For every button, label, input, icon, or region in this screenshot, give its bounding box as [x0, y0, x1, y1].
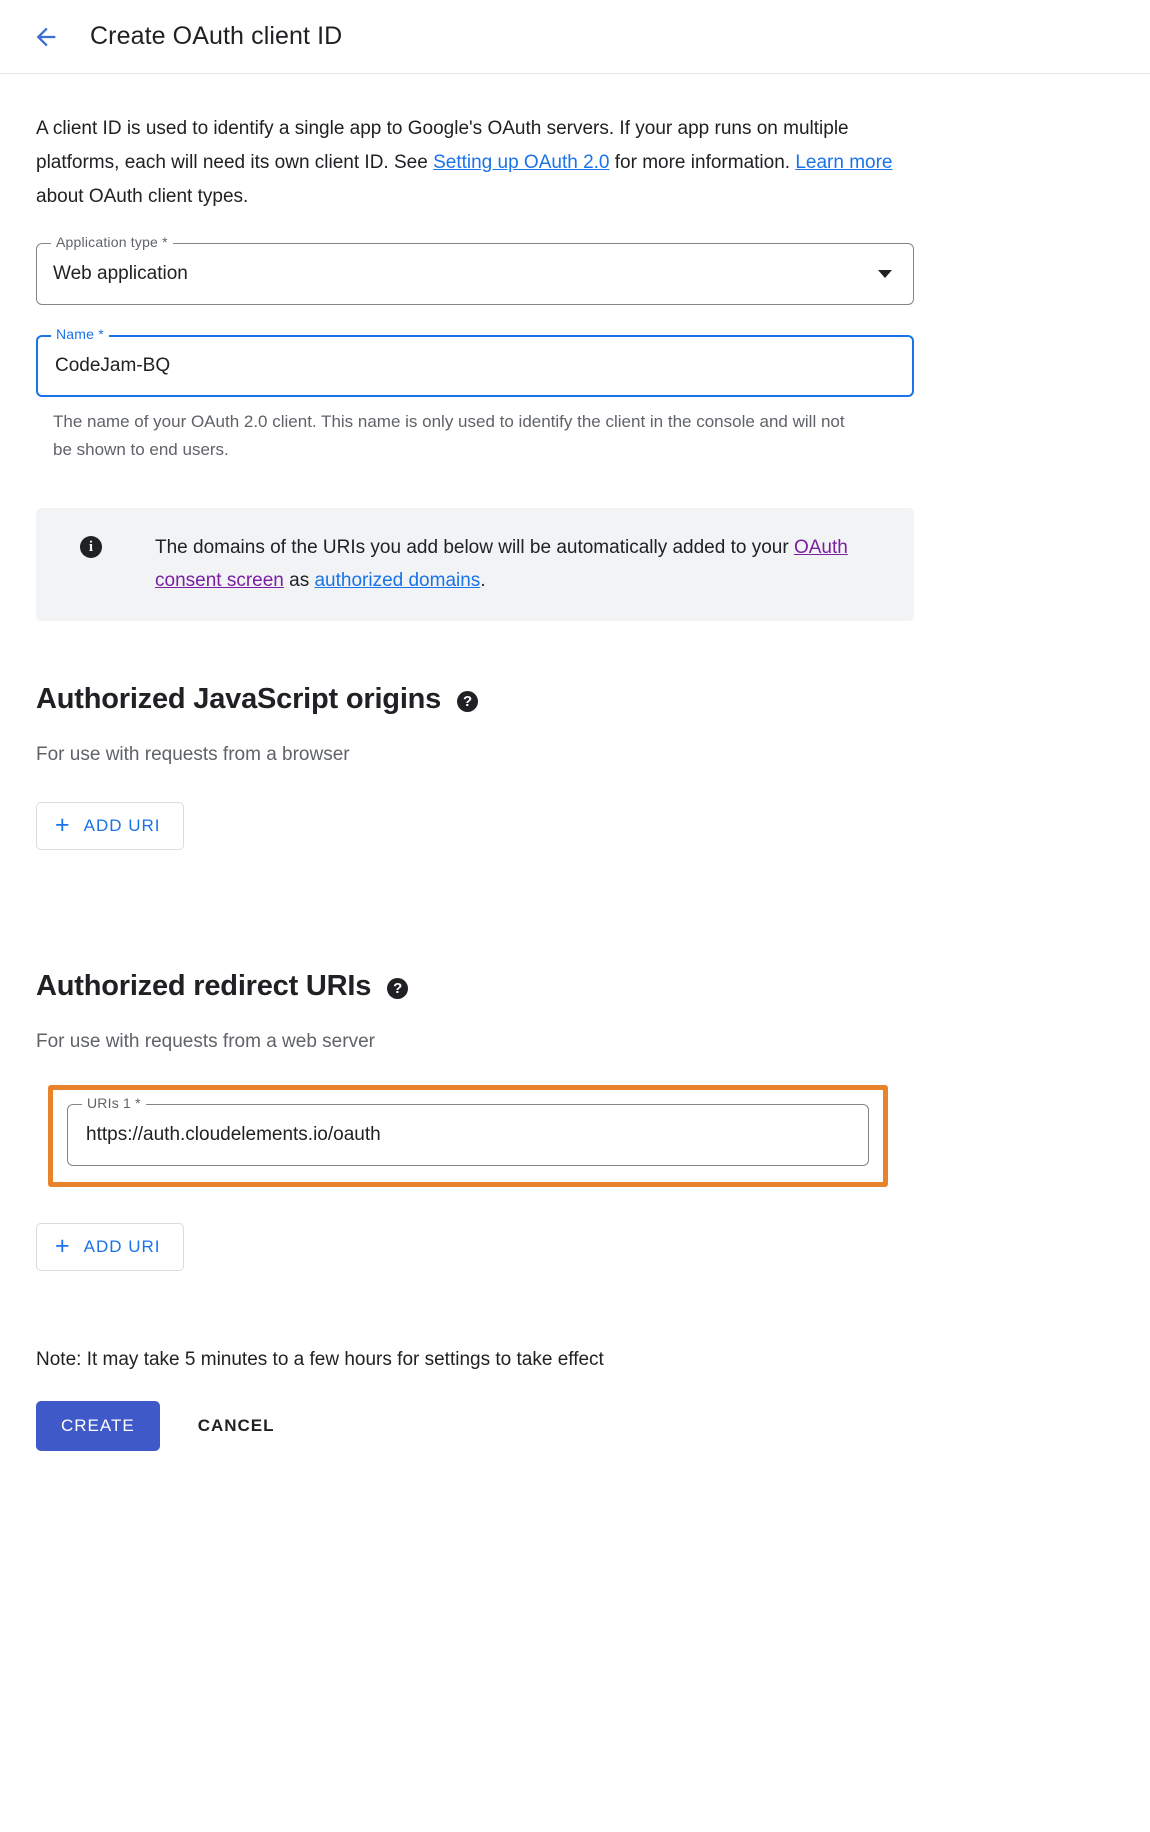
add-uri-label: ADD URI: [83, 816, 161, 836]
authorized-javascript-origins-section: Authorized JavaScript origins ? For use …: [36, 683, 1114, 851]
settings-note: Note: It may take 5 minutes to a few hou…: [36, 1349, 604, 1371]
page-title: Create OAuth client ID: [90, 22, 343, 50]
js-origins-heading-row: Authorized JavaScript origins ?: [36, 683, 1114, 716]
authorized-redirect-uris-section: Authorized redirect URIs ? For use with …: [36, 970, 1114, 1272]
uri-1-field[interactable]: URIs 1 *: [67, 1095, 869, 1167]
redirect-uris-subtitle: For use with requests from a web server: [36, 1031, 375, 1053]
info-icon: i: [80, 535, 102, 558]
arrow-left-icon: [32, 23, 60, 51]
info-banner-text: The domains of the URIs you add below wi…: [155, 531, 890, 599]
help-icon[interactable]: ?: [457, 691, 479, 713]
add-uri-button-redirect-uris[interactable]: + ADD URI: [36, 1223, 184, 1272]
name-input[interactable]: [53, 335, 871, 398]
js-origins-title: Authorized JavaScript origins: [36, 683, 442, 716]
info-text-part1: The domains of the URIs you add below wi…: [155, 536, 794, 558]
uri-highlight-annotation: URIs 1 *: [48, 1085, 888, 1188]
chevron-down-icon[interactable]: [878, 270, 892, 279]
intro-paragraph: A client ID is used to identify a single…: [36, 74, 916, 213]
plus-icon: +: [55, 1231, 71, 1260]
create-button[interactable]: CREATE: [36, 1401, 160, 1452]
add-uri-button-js-origins[interactable]: + ADD URI: [36, 802, 184, 851]
plus-icon: +: [55, 810, 71, 839]
redirect-uris-title: Authorized redirect URIs: [36, 970, 372, 1003]
application-type-select[interactable]: Application type * Web application: [36, 234, 914, 306]
authorized-domains-link[interactable]: authorized domains: [314, 570, 480, 591]
uri-1-input[interactable]: [84, 1104, 826, 1167]
application-type-value: Web application: [53, 263, 188, 285]
name-field-helper-text: The name of your OAuth 2.0 client. This …: [53, 412, 845, 459]
info-text-part3: .: [480, 570, 486, 592]
redirect-uris-heading-row: Authorized redirect URIs ?: [36, 970, 1114, 1003]
form-actions: CREATE CANCEL: [36, 1401, 1114, 1511]
page-header: Create OAuth client ID: [0, 0, 1150, 74]
back-button[interactable]: [24, 15, 68, 59]
intro-text-part2: for more information.: [609, 151, 796, 173]
intro-text-part3: about OAuth client types.: [36, 185, 249, 207]
setting-up-oauth-link[interactable]: Setting up OAuth 2.0: [433, 152, 609, 173]
learn-more-link[interactable]: Learn more: [795, 152, 892, 173]
js-origins-subtitle: For use with requests from a browser: [36, 744, 350, 766]
help-icon[interactable]: ?: [387, 978, 409, 1000]
cancel-button[interactable]: CANCEL: [174, 1401, 299, 1451]
info-text-part2: as: [283, 570, 315, 592]
domains-info-banner: i The domains of the URIs you add below …: [36, 507, 914, 622]
name-field[interactable]: Name *: [36, 326, 914, 398]
page-content: A client ID is used to identify a single…: [0, 74, 1150, 1511]
add-uri-label: ADD URI: [83, 1237, 161, 1257]
